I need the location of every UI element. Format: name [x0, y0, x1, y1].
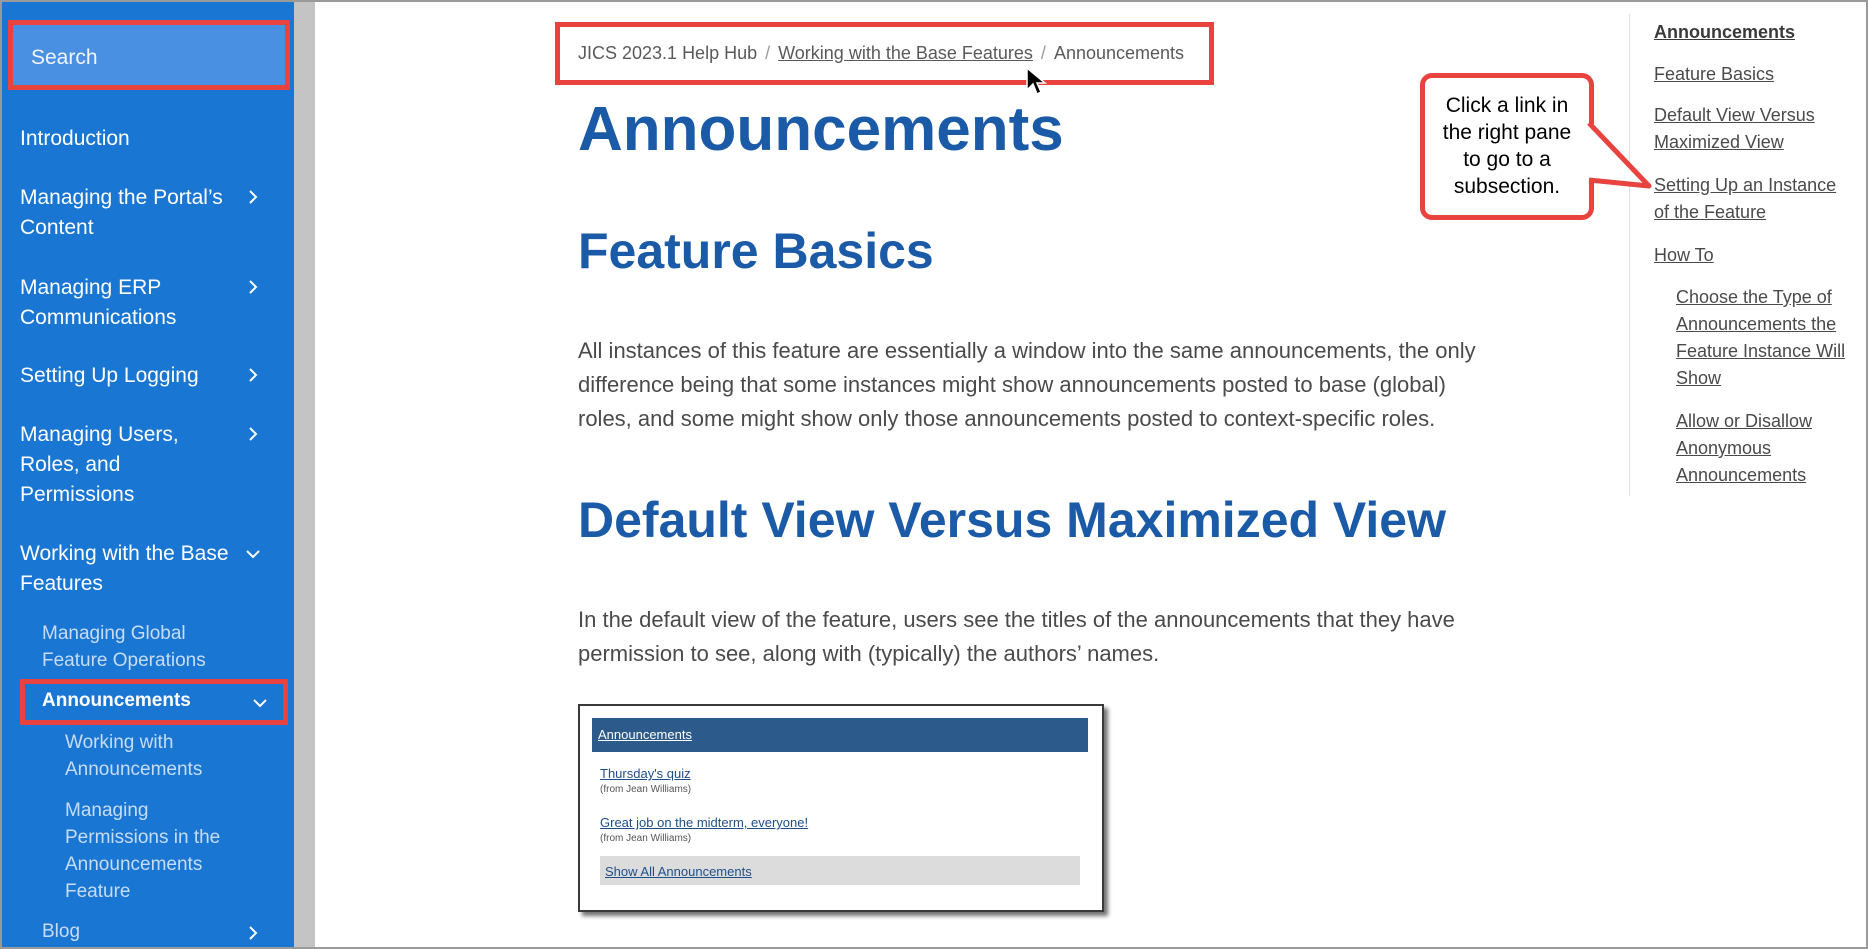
sidebar-item-label: Introduction	[20, 127, 130, 150]
toc-label: Announcements	[1676, 465, 1807, 485]
sidebar-item-label: Managing Global	[42, 623, 186, 644]
toc-link-announcements[interactable]: Announcements	[1654, 19, 1795, 46]
breadcrumb: JICS 2023.1 Help Hub / Working with the Ba…	[578, 43, 1184, 64]
breadcrumb-parent-link[interactable]: Working with the Base Features	[778, 43, 1033, 63]
widget-show-all-link: Show All Announcements	[605, 864, 752, 879]
sidebar-item-setting-up-logging[interactable]: Setting Up Logging	[20, 361, 199, 391]
page-title: Announcements	[578, 95, 1064, 164]
sidebar-scroll-gutter[interactable]	[294, 2, 315, 947]
callout-box: Click a link in the right pane to go to …	[1420, 73, 1594, 220]
toc-link-choose-type[interactable]: Choose the Type of Announcements the Fea…	[1676, 284, 1845, 392]
sidebar-item-label: Permissions	[20, 483, 135, 506]
toc-link-how-to[interactable]: How To	[1654, 242, 1714, 269]
chevron-right-icon[interactable]	[246, 926, 260, 940]
section-heading-feature-basics: Feature Basics	[578, 223, 934, 279]
toc-label: Allow or Disallow	[1676, 411, 1813, 431]
chevron-right-icon[interactable]	[246, 190, 260, 204]
sidebar-item-label: Communications	[20, 306, 177, 329]
sidebar-item-label: Blog	[42, 921, 81, 942]
sidebar-subitem-blog[interactable]: Blog	[42, 918, 80, 945]
widget-footer: Show All Announcements	[600, 856, 1080, 885]
search-input[interactable]: Search	[8, 20, 290, 90]
paragraph-line: roles, and some might show only those an…	[578, 406, 1436, 431]
sidebar-item-managing-portal-content[interactable]: Managing the Portal’s Content	[20, 183, 223, 243]
callout-line: subsection.	[1453, 175, 1561, 198]
announcements-widget-screenshot: Announcements Thursday's quiz (from Jean…	[578, 704, 1104, 912]
breadcrumb-root[interactable]: JICS 2023.1 Help Hub	[578, 43, 757, 63]
toc-label: Feature Instance Will	[1676, 341, 1846, 361]
sidebar-subsubitem-managing-permissions[interactable]: Managing Permissions in the Announcement…	[65, 797, 220, 905]
chevron-right-icon[interactable]	[246, 280, 260, 294]
sidebar-item-label: Feature Operations	[42, 650, 206, 671]
toc-link-setting-up-instance[interactable]: Setting Up an Instance of the Feature	[1654, 172, 1836, 226]
toc-label: Anonymous	[1676, 438, 1772, 458]
sidebar-item-label: Permissions in the	[65, 827, 221, 848]
paragraph-line: In the default view of the feature, user…	[578, 607, 1455, 632]
toc-label: Choose the Type of	[1676, 287, 1832, 307]
toc-label: Default View Versus	[1654, 105, 1815, 125]
toc-label: Setting Up an Instance	[1654, 175, 1837, 195]
toc-link-feature-basics[interactable]: Feature Basics	[1654, 61, 1774, 88]
toc-divider	[1629, 14, 1630, 496]
callout-line: Click a link in	[1445, 94, 1569, 117]
sidebar-item-label: Roles, and	[20, 453, 121, 476]
sidebar-item-label: Feature	[65, 881, 131, 902]
help-page: Search Introduction Managing the Portal’…	[0, 0, 1868, 949]
toc-label: Announcements	[1654, 22, 1796, 42]
toc-label: of the Feature	[1654, 202, 1767, 222]
toc-link-default-view[interactable]: Default View Versus Maximized View	[1654, 102, 1815, 156]
sidebar-item-label: Managing	[65, 800, 149, 821]
toc-label: Show	[1676, 368, 1722, 388]
mouse-cursor-icon	[1026, 66, 1048, 96]
sidebar-item-label: Managing the Portal’s	[20, 186, 223, 209]
chevron-down-icon[interactable]	[253, 696, 267, 715]
breadcrumb-separator: /	[1040, 43, 1046, 63]
sidebar-item-label: Announcements	[65, 759, 203, 780]
sidebar-item-label: Features	[20, 572, 103, 595]
sidebar-item-managing-erp[interactable]: Managing ERP Communications	[20, 273, 176, 333]
breadcrumb-separator: /	[765, 43, 771, 63]
sidebar-subitem-global-feature-ops[interactable]: Managing Global Feature Operations	[42, 620, 206, 674]
section-heading-default-view: Default View Versus Maximized View	[578, 492, 1446, 548]
sidebar-subitem-announcements[interactable]: Announcements	[20, 679, 288, 725]
paragraph-line: difference being that some instances mig…	[578, 372, 1446, 397]
callout-text: Click a link in the right pane to go to …	[1425, 92, 1589, 200]
toc-label: Announcements the	[1676, 314, 1837, 334]
callout-pointer	[1587, 121, 1652, 189]
sidebar-subsubitem-working-with-announcements[interactable]: Working with Announcements	[65, 729, 202, 783]
sidebar-item-label: Working with	[65, 732, 174, 753]
sidebar-item-label: Announcements	[65, 854, 203, 875]
sidebar-item-label: Setting Up Logging	[20, 364, 199, 387]
toc-label: Feature Basics	[1654, 64, 1775, 84]
callout-line: to go to a	[1463, 148, 1551, 171]
toc-label: Maximized View	[1654, 132, 1784, 152]
paragraph-line: permission to see, along with (typically…	[578, 641, 1160, 666]
chevron-right-icon[interactable]	[246, 368, 260, 382]
toc-link-allow-anonymous[interactable]: Allow or Disallow Anonymous Announcement…	[1676, 408, 1812, 489]
sidebar-item-base-features[interactable]: Working with the Base Features	[20, 539, 229, 599]
chevron-down-icon[interactable]	[246, 547, 260, 561]
breadcrumb-current: Announcements	[1053, 43, 1185, 63]
widget-announcement-link: Thursday's quiz	[600, 766, 691, 781]
widget-header-link: Announcements	[598, 727, 692, 742]
sidebar-item-label: Announcements	[42, 690, 191, 711]
search-placeholder: Search	[31, 46, 98, 69]
toc-label: How To	[1654, 245, 1714, 265]
sidebar-item-label: Content	[20, 216, 94, 239]
section-paragraph-feature-basics: All instances of this feature are essent…	[578, 334, 1568, 436]
widget-announcement-author: (from Jean Williams)	[600, 784, 692, 795]
widget-header: Announcements	[592, 718, 1088, 752]
chevron-right-icon[interactable]	[246, 427, 260, 441]
sidebar-item-label: Managing ERP	[20, 276, 162, 299]
widget-announcement-link: Great job on the midterm, everyone!	[600, 815, 809, 830]
callout-line: the right pane	[1442, 121, 1572, 144]
sidebar-item-managing-users[interactable]: Managing Users, Roles, and Permissions	[20, 420, 179, 510]
sidebar-item-label: Managing Users,	[20, 423, 179, 446]
sidebar-item-introduction[interactable]: Introduction	[20, 124, 130, 154]
section-paragraph-default-view: In the default view of the feature, user…	[578, 603, 1568, 671]
paragraph-line: All instances of this feature are essent…	[578, 338, 1476, 363]
sidebar-nav: Search Introduction Managing the Portal’…	[2, 2, 294, 947]
sidebar-item-label: Working with the Base	[20, 542, 229, 565]
widget-announcement-author: (from Jean Williams)	[600, 833, 692, 844]
